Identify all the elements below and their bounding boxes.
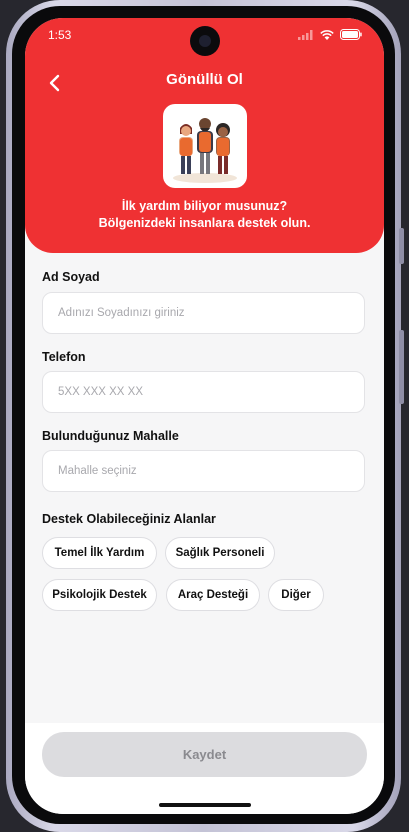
battery-icon bbox=[340, 29, 362, 40]
phone-input[interactable] bbox=[42, 371, 365, 413]
chip-other[interactable]: Diğer bbox=[268, 579, 324, 611]
volunteers-illustration bbox=[163, 104, 247, 188]
home-indicator[interactable] bbox=[159, 803, 251, 807]
status-time: 1:53 bbox=[48, 28, 72, 42]
status-icons bbox=[298, 29, 362, 40]
phone-side-button bbox=[399, 228, 404, 264]
front-camera bbox=[190, 26, 220, 56]
neighborhood-label: Bulunduğunuz Mahalle bbox=[42, 429, 179, 443]
phone-side-button bbox=[399, 330, 404, 404]
header-subtitle: İlk yardım biliyor musunuz? Bölgenizdeki… bbox=[25, 198, 384, 232]
neighborhood-select[interactable] bbox=[42, 450, 365, 492]
app-screen: 1:53 Gönüllü Ol İlk yardım biliyor musun… bbox=[25, 18, 384, 814]
header-banner: 1:53 Gönüllü Ol İlk yardım biliyor musun… bbox=[25, 18, 384, 253]
phone-label: Telefon bbox=[42, 350, 86, 364]
support-areas-label: Destek Olabileceğiniz Alanlar bbox=[42, 512, 216, 526]
chip-psychological-support[interactable]: Psikolojik Destek bbox=[42, 579, 157, 611]
chip-health-personnel[interactable]: Sağlık Personeli bbox=[165, 537, 275, 569]
subtitle-line: Bölgenizdeki insanlara destek olun. bbox=[98, 216, 311, 230]
chip-vehicle-support[interactable]: Araç Desteği bbox=[166, 579, 260, 611]
page-title: Gönüllü Ol bbox=[166, 71, 243, 88]
signal-icon bbox=[298, 29, 313, 40]
save-button[interactable]: Kaydet bbox=[42, 732, 367, 777]
name-input[interactable] bbox=[42, 292, 365, 334]
chip-first-aid[interactable]: Temel İlk Yardım bbox=[42, 537, 157, 569]
subtitle-line: İlk yardım biliyor musunuz? bbox=[121, 199, 288, 213]
name-label: Ad Soyad bbox=[42, 270, 100, 284]
wifi-icon bbox=[320, 29, 334, 40]
